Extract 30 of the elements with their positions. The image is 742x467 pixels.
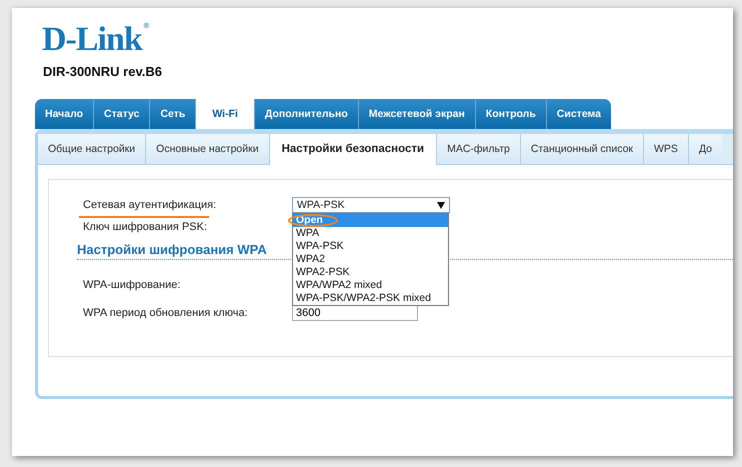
dropdown-option[interactable]: WPA-PSK	[293, 240, 448, 253]
sub-tab[interactable]: MAC-фильтр	[437, 134, 521, 164]
dropdown-option[interactable]: WPA/WPA2 mixed	[293, 279, 448, 292]
model-name: DIR-300NRU rev.B6	[43, 64, 163, 79]
caret-icon	[437, 202, 445, 208]
nav-tab[interactable]: Контроль	[476, 99, 547, 129]
nav-tab[interactable]: Начало	[35, 99, 94, 129]
nav-tab[interactable]: Межсетевой экран	[358, 99, 476, 129]
nav-tab[interactable]: Система	[546, 99, 611, 129]
nav-tab[interactable]: Дополнительно	[254, 99, 359, 129]
sub-tab[interactable]: Основные настройки	[146, 134, 270, 164]
nav-tab[interactable]: Сеть	[150, 99, 196, 129]
annotation-ellipse	[288, 214, 338, 227]
field-label: Сетевая аутентификация:	[83, 199, 218, 211]
dropdown-option[interactable]: WPA2-PSK	[293, 266, 448, 279]
sub-tab[interactable]: Станционный список	[520, 134, 644, 164]
field-label: WPA период обновления ключа:	[83, 307, 249, 319]
nav-tab[interactable]: Статус	[94, 99, 150, 129]
sub-tab[interactable]: Настройки безопасности	[270, 134, 438, 165]
sub-tab[interactable]: Общие настройки	[38, 134, 146, 164]
input-field[interactable]: 3600	[292, 305, 418, 321]
dropdown-option[interactable]: WPA	[293, 227, 448, 240]
auth-dropdown[interactable]: WPA-PSK	[292, 197, 450, 213]
field-label: WPA-шифрование:	[83, 279, 182, 291]
field-label: Ключ шифрования PSK:	[83, 221, 208, 233]
dropdown-option[interactable]: WPA2	[293, 253, 448, 266]
sub-tab[interactable]: WPS	[644, 134, 689, 164]
sub-tab[interactable]: До	[688, 134, 722, 164]
logo: D-Link	[42, 22, 142, 58]
dropdown-option[interactable]: WPA-PSK/WPA2-PSK mixed	[293, 292, 448, 305]
